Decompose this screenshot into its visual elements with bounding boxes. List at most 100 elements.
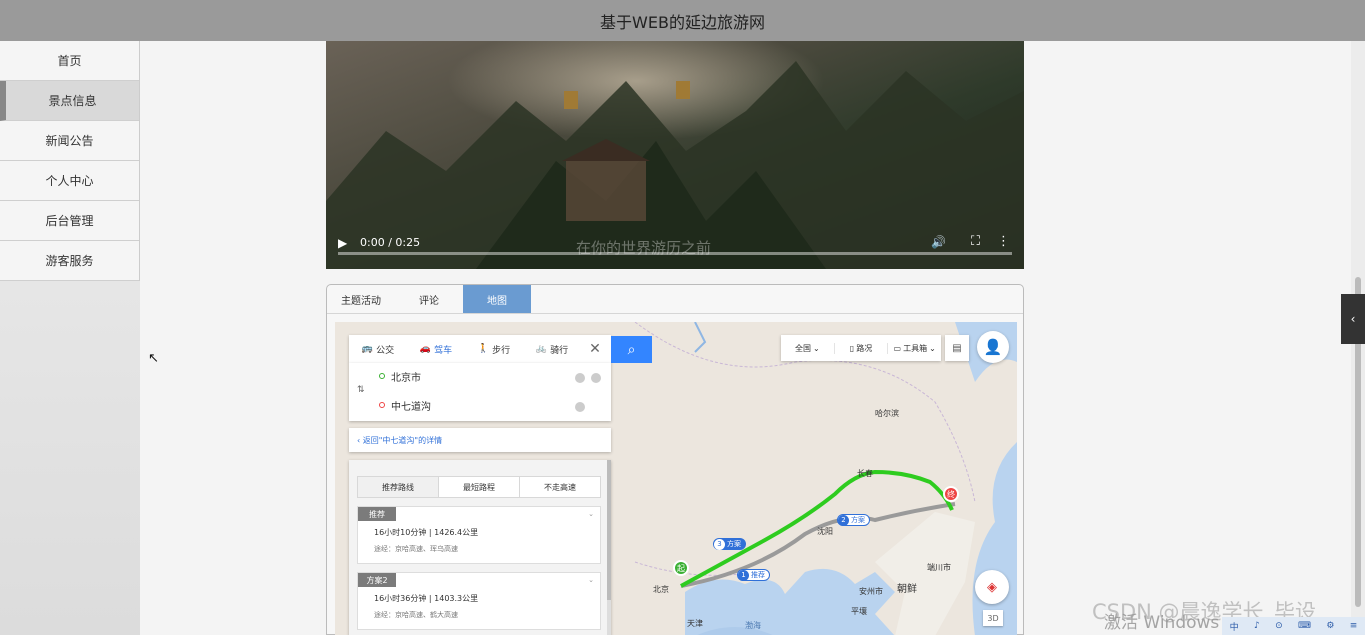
walk-icon: 🚶: [477, 344, 490, 354]
chevron-down-icon: ⌄: [588, 510, 594, 518]
map-city-label: 端川市: [927, 563, 951, 572]
tab-theme-activities[interactable]: 主题活动: [327, 285, 395, 313]
plan-tab-no-highway[interactable]: 不走高速: [520, 477, 600, 497]
play-icon[interactable]: ▶: [338, 236, 347, 250]
mouse-cursor-icon: ↖: [148, 351, 159, 366]
3d-toggle-button[interactable]: 3D: [983, 610, 1003, 626]
map-city-label: 北京: [653, 585, 669, 594]
volume-icon[interactable]: 🔊: [931, 235, 946, 249]
sidebar-nav: 首页 景点信息 新闻公告 个人中心 后台管理 游客服务: [0, 41, 140, 281]
traffic-toggle[interactable]: ▯ 路况: [835, 342, 889, 354]
map-city-label: 安州市: [859, 587, 883, 596]
map-city-label: 长春: [857, 469, 873, 478]
sidebar-item-profile[interactable]: 个人中心: [0, 161, 139, 201]
route-inputs: ⇅ 北京市 中七道沟: [349, 363, 611, 421]
route-tag[interactable]: 2 方案: [837, 514, 870, 526]
plan-tab-recommended[interactable]: 推荐路线: [358, 477, 439, 497]
menu-icon[interactable]: ≡: [1350, 621, 1358, 631]
sidebar-item-admin[interactable]: 后台管理: [0, 201, 139, 241]
end-dot-icon: [379, 402, 385, 408]
sidebar-item-home[interactable]: 首页: [0, 41, 139, 81]
bus-icon: 🚌: [361, 344, 374, 354]
tab-label: 评论: [419, 295, 439, 307]
video-controls: ▶ 0:00 / 0:25 🔊 ⛶ ⋮: [326, 229, 1024, 269]
sidebar-item-label: 后台管理: [45, 214, 94, 228]
chevron-down-icon: ⌄: [812, 343, 820, 353]
plan-tabs: 推荐路线 最短路程 不走高速: [357, 476, 601, 498]
sidebar-background: [0, 281, 140, 635]
site-header: 基于WEB的延边旅游网: [0, 0, 1365, 41]
mode-drive[interactable]: 🚗 驾车: [407, 343, 465, 356]
user-icon[interactable]: 👤: [977, 331, 1009, 363]
sidebar-item-label: 首页: [57, 54, 82, 68]
route-tag[interactable]: 3 方案: [713, 538, 746, 550]
tab-comments[interactable]: 评论: [395, 285, 463, 313]
swap-icon[interactable]: ⇅: [357, 385, 365, 395]
sidebar-item-visitor-service[interactable]: 游客服务: [0, 241, 139, 281]
plan-stats: 16小时10分钟 | 1426.4公里: [374, 528, 479, 537]
plans-scrollbar[interactable]: [607, 460, 611, 635]
video-progress-bar[interactable]: [338, 252, 1012, 255]
tab-map[interactable]: 地图: [463, 285, 531, 313]
chevron-down-icon: ⌄: [588, 576, 594, 584]
sidebar-item-news[interactable]: 新闻公告: [0, 121, 139, 161]
sidebar-item-label: 景点信息: [48, 94, 97, 108]
plan-tab-shortest[interactable]: 最短路程: [439, 477, 520, 497]
start-dot-icon: [379, 373, 385, 379]
bike-icon: 🚲: [535, 344, 548, 354]
map-city-label: 哈尔滨: [875, 409, 899, 418]
clear-end-icon[interactable]: [575, 402, 585, 412]
toolbox-icon: ▭: [893, 343, 902, 353]
chevron-down-icon: ⌄: [929, 343, 936, 353]
back-to-details-link[interactable]: ‹ 返回"中七道沟"的详情: [349, 428, 611, 452]
sidebar-item-label: 游客服务: [45, 254, 94, 268]
plan-via: 途经：京哈高速、鹤大高速: [374, 611, 458, 619]
plan-card[interactable]: 方案2 ⌄ 16小时36分钟 | 1403.3公里 途经：京哈高速、鹤大高速: [357, 572, 601, 630]
start-pin-icon[interactable]: 起: [673, 560, 689, 576]
more-options-icon[interactable]: ⋮: [997, 234, 1010, 249]
toolbox-menu[interactable]: ▭ 工具箱 ⌄: [888, 343, 941, 354]
sidebar-item-attractions[interactable]: 景点信息: [0, 81, 139, 121]
sidebar-item-label: 新闻公告: [45, 134, 94, 148]
chevron-left-icon: ‹: [1350, 312, 1356, 326]
end-field[interactable]: 中七道沟: [379, 396, 431, 414]
plan-stats: 16小时36分钟 | 1403.3公里: [374, 594, 479, 603]
clear-start-icon[interactable]: [575, 373, 585, 383]
route-tag[interactable]: 1 推荐: [737, 569, 770, 581]
baidu-map[interactable]: 哈尔滨 长春 沈阳 北京 天津 渤海 安州市 朝鲜 平壤 端川市 1 推荐 2 方案…: [335, 322, 1017, 635]
video-player[interactable]: 在你的世界游历之前 ▶ 0:00 / 0:25 🔊 ⛶ ⋮: [326, 41, 1024, 269]
tab-label: 主题活动: [341, 295, 381, 307]
route-plans: 推荐路线 最短路程 不走高速 推荐 ⌄ 16小时10分钟 | 1426.4公里 …: [349, 460, 611, 635]
gear-icon[interactable]: ⚙: [1326, 621, 1334, 631]
tab-label: 地图: [487, 295, 507, 307]
ime-icon[interactable]: 中: [1230, 620, 1239, 633]
plan-via: 途经：京哈高速、珲乌高速: [374, 545, 458, 553]
map-city-label: 平壤: [851, 607, 867, 616]
end-pin-icon[interactable]: 终: [943, 486, 959, 502]
mode-bike[interactable]: 🚲 骑行: [523, 343, 581, 356]
mode-walk[interactable]: 🚶 步行: [465, 343, 523, 356]
site-title: 基于WEB的延边旅游网: [600, 12, 765, 32]
moon-icon[interactable]: ♪: [1254, 621, 1260, 631]
map-city-label: 沈阳: [817, 527, 833, 536]
settings-icon[interactable]: ⊙: [1275, 621, 1283, 631]
close-icon[interactable]: ✕: [581, 341, 609, 357]
mode-bus[interactable]: 🚌 公交: [349, 343, 407, 356]
map-country-label: 朝鲜: [897, 584, 917, 595]
map-toolbar: 全国 ⌄ ▯ 路况 ▭ 工具箱 ⌄: [781, 335, 941, 361]
sidebar-item-label: 个人中心: [45, 174, 94, 188]
car-icon: 🚗: [419, 344, 432, 354]
plan-card[interactable]: 推荐 ⌄ 16小时10分钟 | 1426.4公里 途经：京哈高速、珲乌高速: [357, 506, 601, 564]
side-toggle-button[interactable]: ‹: [1341, 294, 1365, 344]
keyboard-icon[interactable]: ⌨: [1298, 621, 1311, 631]
search-button[interactable]: ⌕: [611, 336, 652, 363]
map-sea-label: 渤海: [745, 621, 761, 630]
traffic-icon: ▯: [849, 343, 855, 353]
compass-icon[interactable]: ◈: [975, 570, 1009, 604]
fullscreen-icon[interactable]: ⛶: [971, 234, 980, 249]
region-select[interactable]: 全国 ⌄: [781, 342, 835, 354]
add-waypoint-icon[interactable]: [591, 373, 601, 383]
message-icon[interactable]: ▤: [945, 335, 969, 361]
travel-mode-bar: 🚌 公交 🚗 驾车 🚶 步行 🚲 骑行 ✕: [349, 335, 611, 363]
start-field[interactable]: 北京市: [379, 367, 421, 385]
